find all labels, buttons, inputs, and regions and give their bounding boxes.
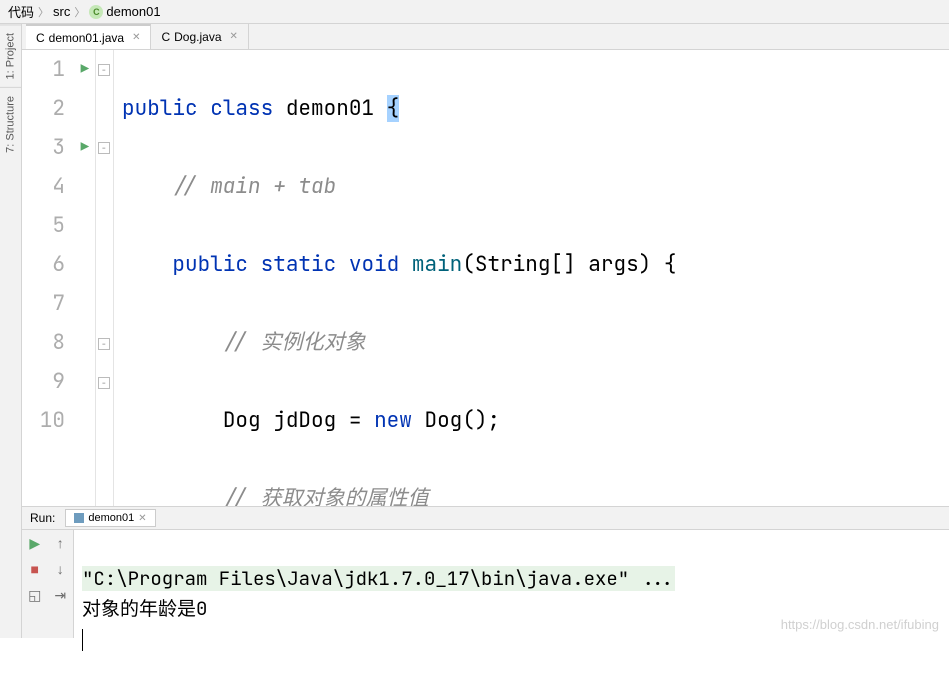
breadcrumb-src[interactable]: src	[53, 4, 70, 19]
editor-tabs: C demon01.java ✕ C Dog.java ✕	[22, 24, 949, 50]
run-toolbar: ▶ ↑ ■ ↓ ◱ ⇥	[22, 530, 74, 638]
up-icon[interactable]: ↑	[48, 530, 74, 556]
run-panel-header: Run: demon01 ✕	[22, 506, 949, 530]
line-number: 9	[22, 362, 95, 401]
fold-toggle-icon[interactable]: −	[98, 338, 110, 350]
chevron-right-icon: 〉	[74, 4, 85, 20]
line-number: 4	[22, 167, 95, 206]
tab-demon01[interactable]: C demon01.java ✕	[26, 24, 151, 49]
application-icon	[74, 513, 84, 523]
down-icon[interactable]: ↓	[48, 556, 74, 582]
project-tool-tab[interactable]: 1: Project	[0, 24, 21, 87]
fold-column: − − − −	[96, 50, 114, 506]
rerun-icon[interactable]: ▶	[22, 530, 48, 556]
chevron-right-icon: 〉	[38, 4, 49, 20]
close-icon[interactable]: ✕	[230, 31, 238, 42]
tab-label: Dog.java	[174, 30, 221, 44]
console-output[interactable]: "C:\Program Files\Java\jdk1.7.0_17\bin\j…	[74, 530, 949, 638]
tab-label: demon01.java	[49, 31, 124, 45]
line-number: 7	[22, 284, 95, 323]
console-cmd: "C:\Program Files\Java\jdk1.7.0_17\bin\j…	[82, 566, 675, 591]
class-icon: C	[36, 31, 45, 45]
class-icon: C	[161, 30, 170, 44]
layout-icon[interactable]: ◱	[22, 582, 48, 608]
console-caret	[82, 629, 83, 651]
class-icon: C	[89, 5, 103, 19]
breadcrumb-file[interactable]: demon01	[106, 4, 160, 19]
tool-window-bar: 1: Project 7: Structure	[0, 24, 22, 638]
breadcrumb: 代码 〉 src 〉 C demon01	[0, 0, 949, 24]
line-number: 5	[22, 206, 95, 245]
fold-toggle-icon[interactable]: −	[98, 377, 110, 389]
console-line: 对象的年龄是0	[82, 596, 207, 621]
run-panel: ▶ ↑ ■ ↓ ◱ ⇥ "C:\Program Files\Java\jdk1.…	[22, 530, 949, 638]
line-number: 8	[22, 323, 95, 362]
gutter: 1▶ 2 3▶ 4 5 6 7 8 9 10	[22, 50, 96, 506]
line-number: 6	[22, 245, 95, 284]
close-icon[interactable]: ✕	[138, 513, 146, 524]
line-number: 3▶	[22, 128, 95, 167]
fold-toggle-icon[interactable]: −	[98, 142, 110, 154]
run-gutter-icon[interactable]: ▶	[81, 50, 89, 89]
tab-dog[interactable]: C Dog.java ✕	[151, 24, 248, 49]
structure-tool-tab[interactable]: 7: Structure	[0, 87, 21, 161]
line-number: 2	[22, 89, 95, 128]
stop-icon[interactable]: ■	[22, 556, 48, 582]
line-number: 1▶	[22, 50, 95, 89]
close-icon[interactable]: ✕	[132, 32, 140, 43]
breadcrumb-root[interactable]: 代码	[8, 2, 34, 21]
run-label: Run:	[30, 511, 55, 525]
code-content[interactable]: public class demon01 { // main + tab pub…	[114, 50, 949, 506]
soft-wrap-icon[interactable]: ⇥	[48, 582, 74, 608]
code-editor[interactable]: 1▶ 2 3▶ 4 5 6 7 8 9 10 − − − − public cl…	[22, 50, 949, 506]
run-config-tab[interactable]: demon01 ✕	[65, 509, 155, 527]
run-gutter-icon[interactable]: ▶	[81, 128, 89, 167]
run-tab-label: demon01	[88, 512, 134, 524]
line-number: 10	[22, 401, 95, 440]
fold-toggle-icon[interactable]: −	[98, 64, 110, 76]
